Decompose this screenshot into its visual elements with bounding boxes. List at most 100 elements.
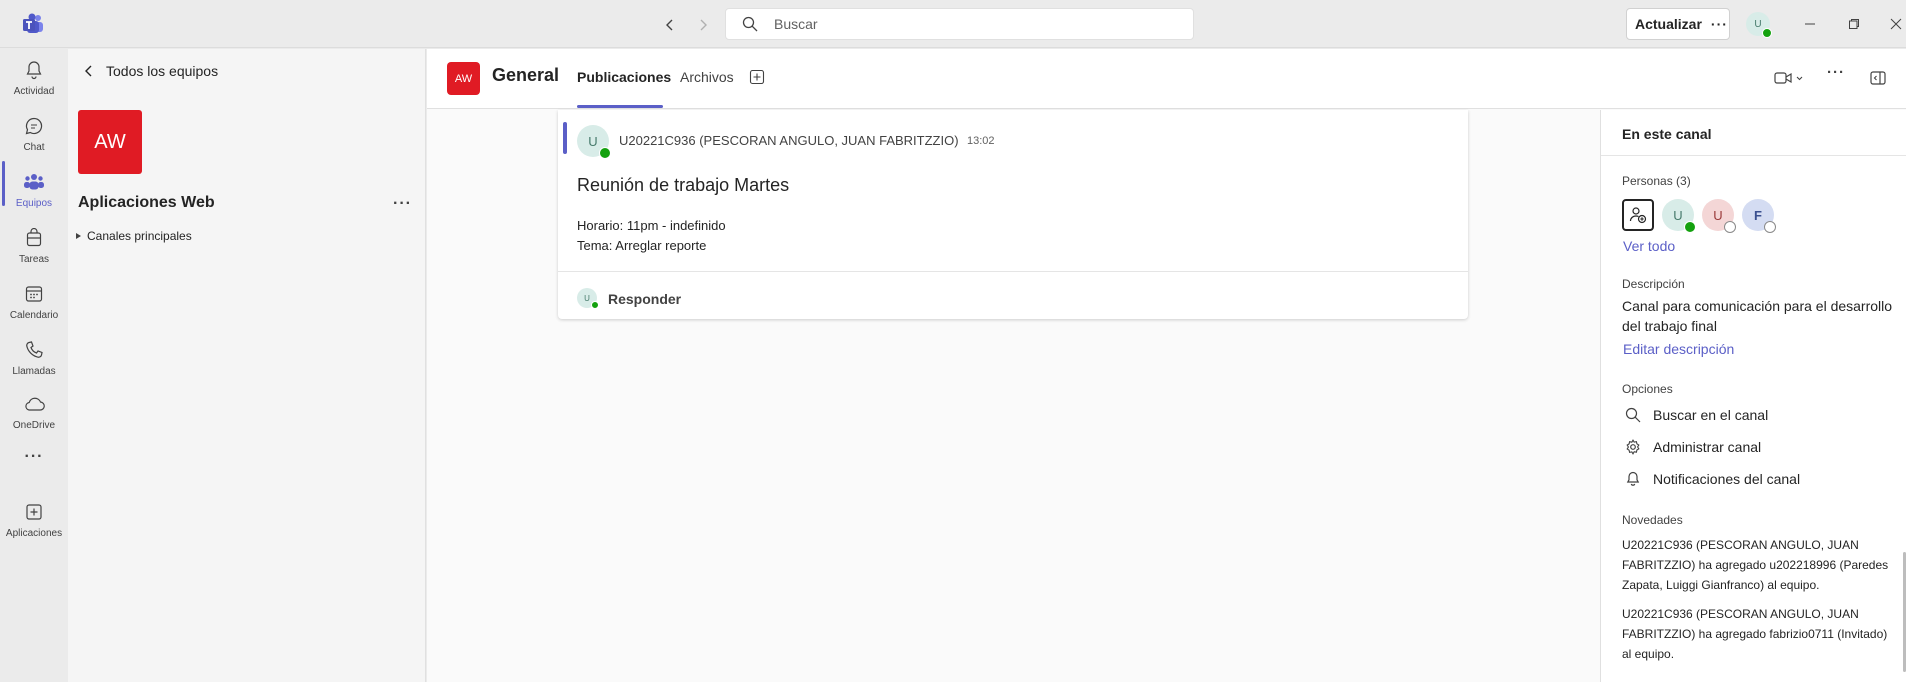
- post-card[interactable]: U U20221C936 (PESCORAN ANGULO, JUAN FABR…: [558, 110, 1468, 319]
- tab-publicaciones[interactable]: Publicaciones: [577, 69, 671, 85]
- channel-info-panel: En este canal Personas (3) U U F Ver tod…: [1600, 110, 1906, 682]
- option-manage-channel[interactable]: Administrar canal: [1624, 438, 1761, 456]
- person-initial: F: [1754, 207, 1762, 223]
- rail-item-label: Calendario: [9, 310, 59, 321]
- channel-title: General: [492, 65, 560, 85]
- presence-available-icon: [1684, 221, 1696, 233]
- rail-item-chat[interactable]: Chat: [0, 108, 68, 162]
- rail-item-label: Llamadas: [12, 366, 56, 377]
- post-author[interactable]: U20221C936 (PESCORAN ANGULO, JUAN FABRIT…: [619, 133, 959, 148]
- restore-icon[interactable]: [1844, 14, 1864, 34]
- tab-archivos[interactable]: Archivos: [680, 69, 734, 85]
- teams-logo-icon: [21, 12, 45, 36]
- rail-more-apps[interactable]: ···: [0, 446, 68, 470]
- presence-offline-icon: [1764, 221, 1776, 233]
- search-icon: [1624, 406, 1642, 424]
- user-avatar-initial: U: [1754, 18, 1762, 30]
- app-rail: Actividad Chat Equipos Tareas Calendario…: [0, 48, 68, 682]
- presence-available-icon: [591, 301, 599, 309]
- rail-item-calendar[interactable]: Calendario: [0, 276, 68, 330]
- post-title: Reunión de trabajo Martes: [577, 175, 790, 195]
- post-body-line: Tema: Arreglar reporte: [577, 238, 707, 253]
- search-icon: [742, 16, 758, 32]
- news-item: U20221C936 (PESCORAN ANGULO, JUAN FABRIT…: [1622, 607, 1888, 661]
- person-avatar[interactable]: F: [1742, 199, 1776, 233]
- team-more-options-icon[interactable]: ···: [393, 195, 412, 213]
- option-channel-notifications[interactable]: Notificaciones del canal: [1624, 470, 1800, 488]
- rail-item-label: OneDrive: [12, 420, 56, 431]
- chevron-left-icon: [84, 65, 94, 77]
- add-person-button[interactable]: [1622, 199, 1654, 231]
- rail-item-onedrive[interactable]: OneDrive: [0, 386, 68, 440]
- channel-more-options-icon[interactable]: ···: [1827, 63, 1845, 81]
- option-search-channel[interactable]: Buscar en el canal: [1624, 406, 1768, 424]
- post-accent-bar: [563, 122, 567, 154]
- rail-item-label: Aplicaciones: [5, 528, 63, 539]
- rail-item-apps[interactable]: Aplicaciones: [0, 494, 68, 548]
- people-list: U U F: [1622, 199, 1782, 233]
- person-avatar[interactable]: U: [1662, 199, 1696, 233]
- update-button[interactable]: Actualizar ···: [1626, 8, 1730, 40]
- person-avatar[interactable]: U: [1702, 199, 1736, 233]
- rail-item-activity[interactable]: Actividad: [0, 52, 68, 106]
- rail-item-label: Actividad: [13, 86, 55, 97]
- info-panel-title: En este canal: [1622, 126, 1712, 142]
- rail-item-label: Chat: [23, 142, 45, 153]
- rail-item-teams[interactable]: Equipos: [0, 164, 68, 218]
- person-initial: U: [1713, 207, 1723, 223]
- presence-offline-icon: [1724, 221, 1736, 233]
- all-teams-back-link[interactable]: Todos los equipos: [84, 63, 218, 79]
- channels-group-toggle[interactable]: Canales principales: [76, 229, 192, 243]
- search-bar[interactable]: Buscar: [725, 8, 1194, 40]
- option-label: Notificaciones del canal: [1653, 471, 1801, 487]
- forward-nav-icon[interactable]: [692, 14, 714, 36]
- update-label: Actualizar: [1635, 16, 1702, 32]
- rail-item-tasks[interactable]: Tareas: [0, 220, 68, 274]
- people-label: Personas (3): [1622, 174, 1691, 188]
- minimize-icon[interactable]: [1800, 14, 1820, 34]
- see-all-link[interactable]: Ver todo: [1623, 238, 1675, 254]
- gear-icon: [1624, 438, 1642, 456]
- rail-item-label: Tareas: [18, 254, 49, 265]
- more-options-icon: ···: [24, 448, 44, 465]
- reply-avatar-initial: U: [584, 293, 590, 303]
- search-input[interactable]: Buscar: [774, 16, 818, 32]
- news-label: Novedades: [1622, 513, 1683, 527]
- back-label: Todos los equipos: [106, 63, 219, 79]
- reply-button[interactable]: Responder: [608, 291, 681, 307]
- bell-icon: [1624, 470, 1642, 488]
- option-label: Administrar canal: [1653, 439, 1762, 455]
- title-bar: Buscar Actualizar ··· U: [0, 0, 1906, 48]
- back-nav-icon[interactable]: [659, 14, 681, 36]
- add-app-icon: [22, 500, 46, 524]
- description-label: Descripción: [1622, 277, 1685, 291]
- toggle-info-panel-icon[interactable]: [1870, 69, 1886, 87]
- meet-video-icon[interactable]: [1774, 69, 1804, 87]
- post-body-line: Horario: 11pm - indefinido: [577, 218, 726, 233]
- caret-right-icon: [76, 233, 81, 239]
- author-initial: U: [588, 133, 598, 149]
- info-panel-header: En este canal: [1601, 110, 1906, 156]
- edit-description-link[interactable]: Editar descripción: [1623, 341, 1734, 357]
- bell-icon: [22, 58, 46, 82]
- presence-available-icon: [599, 147, 611, 159]
- teams-panel: Todos los equipos AW Aplicaciones Web ··…: [68, 49, 426, 682]
- presence-available-icon: [1762, 28, 1772, 38]
- post-author-avatar[interactable]: U: [577, 125, 611, 159]
- close-icon[interactable]: [1886, 14, 1906, 34]
- more-options-icon[interactable]: ···: [1711, 16, 1728, 32]
- news-item: U20221C936 (PESCORAN ANGULO, JUAN FABRIT…: [1622, 538, 1889, 592]
- option-label: Buscar en el canal: [1653, 407, 1769, 423]
- channel-description: Canal para comunicación para el desarrol…: [1622, 298, 1893, 334]
- person-initial: U: [1673, 207, 1683, 223]
- add-tab-icon[interactable]: [749, 69, 765, 85]
- reply-avatar: U: [577, 288, 599, 309]
- teams-icon: [22, 170, 46, 194]
- channel-header: AW General Publicaciones Archivos ···: [427, 49, 1906, 109]
- channels-group-label: Canales principales: [87, 229, 192, 243]
- team-name[interactable]: Aplicaciones Web: [78, 194, 215, 212]
- active-tab-indicator: [577, 105, 663, 108]
- rail-item-calls[interactable]: Llamadas: [0, 332, 68, 386]
- team-avatar: AW: [78, 110, 142, 174]
- user-avatar[interactable]: U: [1746, 12, 1772, 38]
